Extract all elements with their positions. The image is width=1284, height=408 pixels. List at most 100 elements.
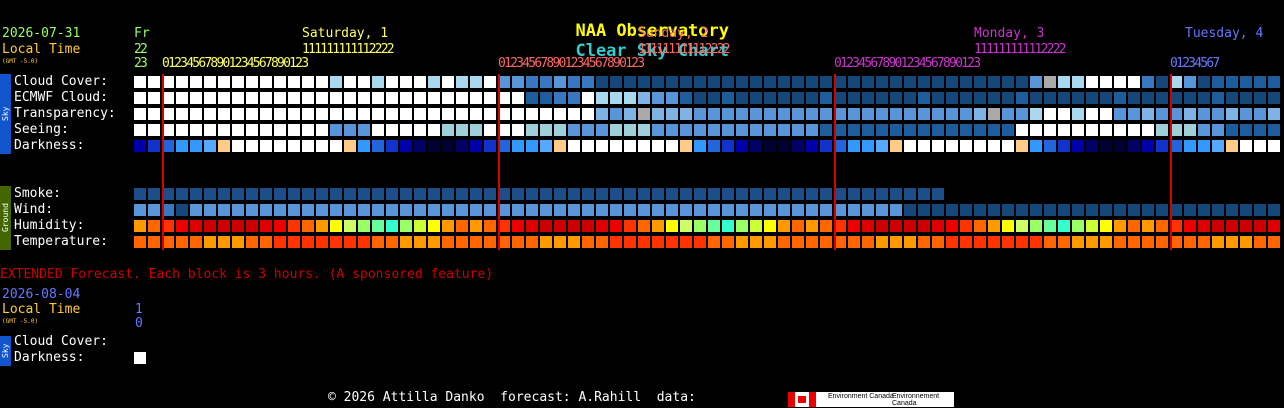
ecmwf-cloud-block[interactable] [1044, 92, 1056, 104]
ecmwf-cloud-block[interactable] [582, 92, 594, 104]
smoke-block[interactable] [190, 188, 202, 200]
darkness-block[interactable] [386, 140, 398, 152]
humidity-block[interactable] [484, 220, 496, 232]
humidity-block[interactable] [792, 220, 804, 232]
cloud-cover-block[interactable] [694, 76, 706, 88]
transparency-block[interactable] [848, 108, 860, 120]
humidity-block[interactable] [1268, 220, 1280, 232]
darkness-block[interactable] [932, 140, 944, 152]
transparency-block[interactable] [974, 108, 986, 120]
smoke-block[interactable] [610, 188, 622, 200]
cloud-cover-block[interactable] [1030, 76, 1042, 88]
seeing-block[interactable] [526, 124, 538, 136]
cloud-cover-block[interactable] [778, 76, 790, 88]
temperature-block[interactable] [596, 236, 608, 248]
darkness-block[interactable] [330, 140, 342, 152]
transparency-block[interactable] [540, 108, 552, 120]
darkness-block[interactable] [176, 140, 188, 152]
smoke-block[interactable] [666, 188, 678, 200]
cloud-cover-block[interactable] [666, 76, 678, 88]
wind-block[interactable] [442, 204, 454, 216]
seeing-block[interactable] [148, 124, 160, 136]
cloud-cover-block[interactable] [134, 76, 146, 88]
humidity-block[interactable] [708, 220, 720, 232]
humidity-block[interactable] [806, 220, 818, 232]
wind-block[interactable] [1198, 204, 1210, 216]
transparency-block[interactable] [232, 108, 244, 120]
ecmwf-cloud-block[interactable] [764, 92, 776, 104]
ecmwf-cloud-block[interactable] [736, 92, 748, 104]
darkness-block[interactable] [316, 140, 328, 152]
seeing-block[interactable] [582, 124, 594, 136]
humidity-block[interactable] [1016, 220, 1028, 232]
transparency-block[interactable] [652, 108, 664, 120]
wind-block[interactable] [694, 204, 706, 216]
ecmwf-cloud-block[interactable] [1142, 92, 1154, 104]
transparency-block[interactable] [246, 108, 258, 120]
ecmwf-cloud-block[interactable] [1212, 92, 1224, 104]
darkness-block[interactable] [638, 140, 650, 152]
transparency-block[interactable] [1058, 108, 1070, 120]
darkness-block[interactable] [624, 140, 636, 152]
seeing-block[interactable] [624, 124, 636, 136]
seeing-block[interactable] [960, 124, 972, 136]
temperature-block[interactable] [302, 236, 314, 248]
transparency-block[interactable] [918, 108, 930, 120]
wind-block[interactable] [330, 204, 342, 216]
humidity-block[interactable] [1212, 220, 1224, 232]
wind-block[interactable] [218, 204, 230, 216]
humidity-block[interactable] [414, 220, 426, 232]
ecmwf-cloud-block[interactable] [610, 92, 622, 104]
humidity-block[interactable] [960, 220, 972, 232]
transparency-block[interactable] [274, 108, 286, 120]
ecmwf-cloud-block[interactable] [218, 92, 230, 104]
smoke-block[interactable] [526, 188, 538, 200]
ecmwf-cloud-block[interactable] [274, 92, 286, 104]
wind-block[interactable] [232, 204, 244, 216]
ecmwf-cloud-block[interactable] [946, 92, 958, 104]
seeing-block[interactable] [512, 124, 524, 136]
transparency-block[interactable] [1184, 108, 1196, 120]
wind-block[interactable] [358, 204, 370, 216]
seeing-block[interactable] [736, 124, 748, 136]
cloud-cover-block[interactable] [1156, 76, 1168, 88]
seeing-block[interactable] [568, 124, 580, 136]
darkness-block[interactable] [596, 140, 608, 152]
wind-block[interactable] [1128, 204, 1140, 216]
smoke-block[interactable] [694, 188, 706, 200]
transparency-block[interactable] [904, 108, 916, 120]
ecmwf-cloud-block[interactable] [400, 92, 412, 104]
transparency-block[interactable] [764, 108, 776, 120]
wind-block[interactable] [1142, 204, 1154, 216]
smoke-block[interactable] [918, 188, 930, 200]
wind-block[interactable] [708, 204, 720, 216]
transparency-block[interactable] [1142, 108, 1154, 120]
wind-block[interactable] [470, 204, 482, 216]
smoke-block[interactable] [778, 188, 790, 200]
wind-block[interactable] [134, 204, 146, 216]
darkness-block[interactable] [204, 140, 216, 152]
humidity-block[interactable] [554, 220, 566, 232]
ecmwf-cloud-block[interactable] [1072, 92, 1084, 104]
cloud-cover-block[interactable] [1128, 76, 1140, 88]
ecmwf-cloud-block[interactable] [330, 92, 342, 104]
cloud-cover-block[interactable] [1114, 76, 1126, 88]
wind-block[interactable] [750, 204, 762, 216]
seeing-block[interactable] [988, 124, 1000, 136]
transparency-block[interactable] [1240, 108, 1252, 120]
humidity-block[interactable] [722, 220, 734, 232]
darkness-block[interactable] [148, 140, 160, 152]
darkness-block[interactable] [694, 140, 706, 152]
ecmwf-cloud-block[interactable] [428, 92, 440, 104]
darkness-block[interactable] [722, 140, 734, 152]
cloud-cover-block[interactable] [204, 76, 216, 88]
seeing-block[interactable] [1254, 124, 1266, 136]
humidity-block[interactable] [1058, 220, 1070, 232]
temperature-block[interactable] [428, 236, 440, 248]
temperature-block[interactable] [582, 236, 594, 248]
wind-block[interactable] [876, 204, 888, 216]
extended-darkness-block[interactable] [134, 352, 146, 364]
temperature-block[interactable] [512, 236, 524, 248]
wind-block[interactable] [806, 204, 818, 216]
seeing-block[interactable] [694, 124, 706, 136]
